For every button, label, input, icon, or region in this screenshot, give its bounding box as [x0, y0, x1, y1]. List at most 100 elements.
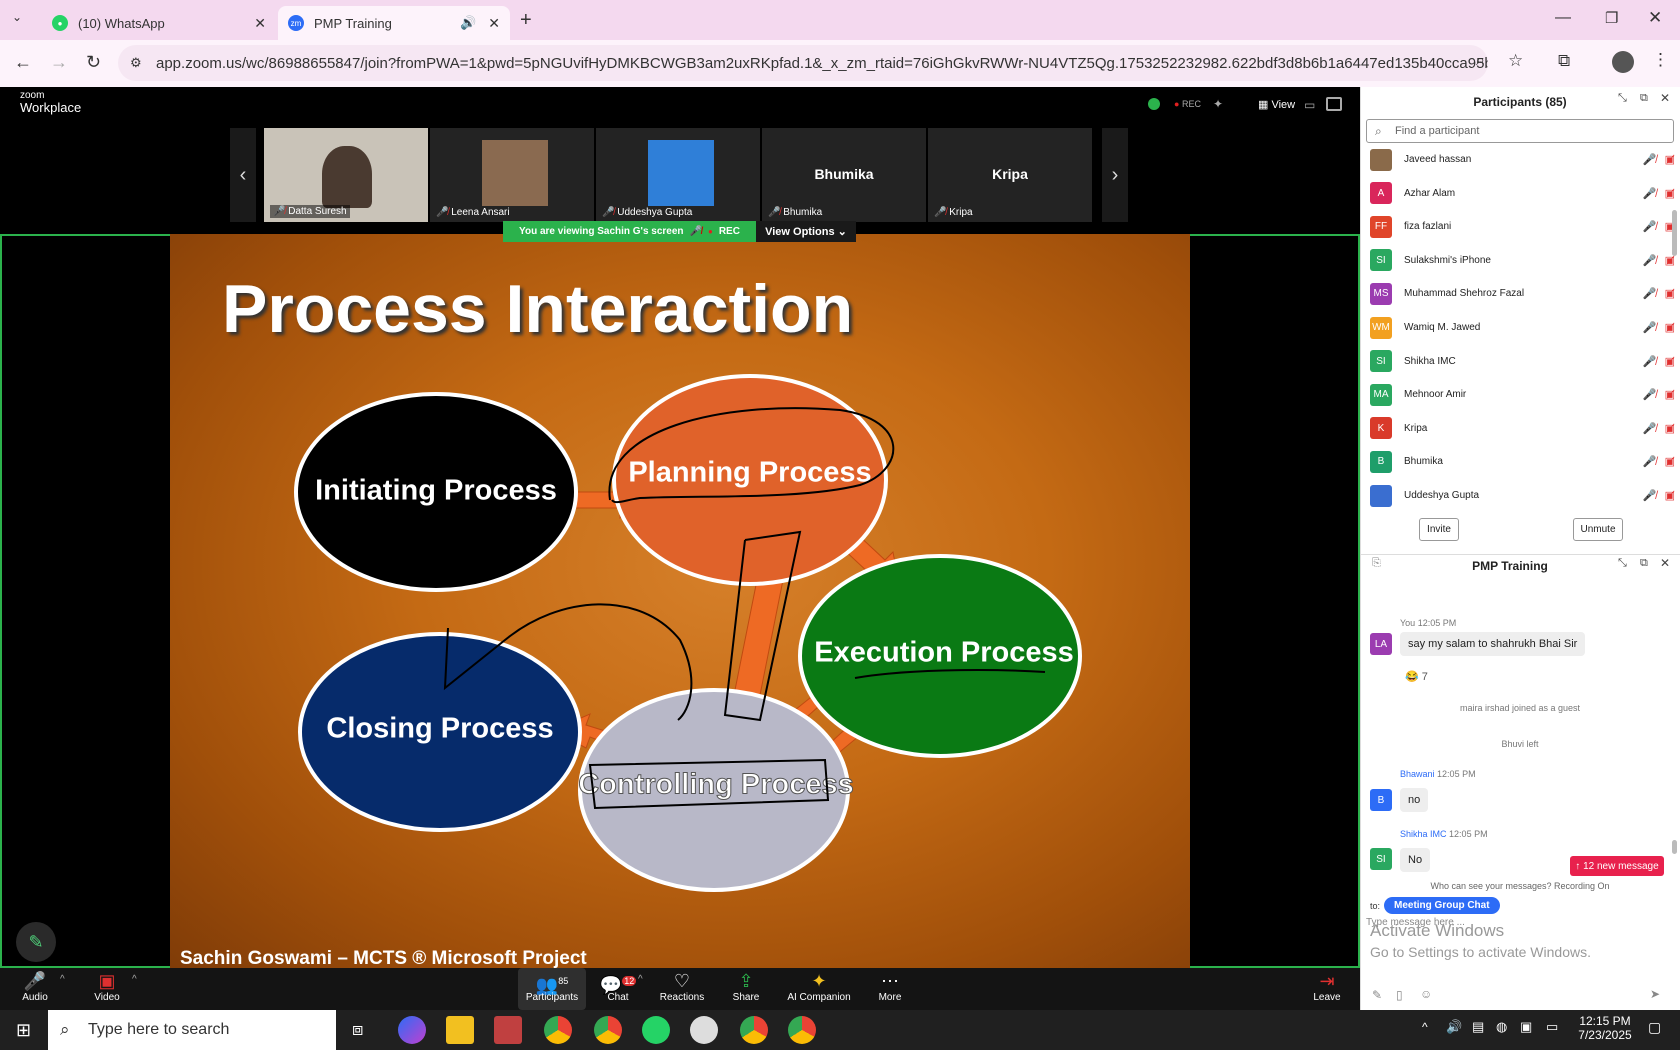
video-off-icon[interactable]: ▣̸ — [1665, 153, 1675, 166]
mic-muted-icon[interactable]: 🎤̸ — [1643, 355, 1657, 368]
participants-scrollbar[interactable] — [1672, 210, 1677, 256]
video-off-icon[interactable]: ▣̸ — [1665, 287, 1675, 300]
network-icon[interactable]: ▤ — [1472, 1019, 1484, 1035]
process-diagram: Initiating Process Planning Process Exec… — [294, 374, 1082, 892]
format-icon[interactable]: ✎ — [1372, 988, 1382, 1002]
invite-button[interactable]: Invite — [1419, 518, 1459, 541]
video-off-icon[interactable]: ▣̸ — [1665, 321, 1675, 334]
watermark-title: Activate Windows — [1370, 921, 1505, 940]
mic-muted-icon[interactable]: 🎤̸ — [1643, 422, 1657, 435]
chat-scrollbar[interactable] — [1672, 840, 1677, 854]
mic-muted-icon[interactable]: 🎤̸ — [1643, 455, 1657, 468]
view-options-button[interactable]: View Options ⌄ — [756, 221, 856, 242]
participants-button[interactable]: 👥85 Participants — [517, 970, 587, 1003]
tray-overflow-icon[interactable]: ^ — [1422, 1020, 1428, 1034]
notifications-icon[interactable]: ▢ — [1648, 1019, 1661, 1036]
clock-app-icon[interactable] — [690, 1016, 718, 1044]
volume-icon[interactable]: 🔊 — [1446, 1019, 1462, 1035]
tray-icon[interactable]: ▣ — [1520, 1019, 1532, 1035]
chat-options-icon[interactable]: ^ — [638, 974, 643, 985]
popout-chat-icon[interactable]: ⧉ — [1640, 557, 1648, 570]
unmute-label: Unmute — [1580, 524, 1616, 535]
video-off-icon[interactable]: ▣̸ — [1665, 422, 1675, 435]
new-messages-button[interactable]: ↑ 12 new message — [1570, 856, 1664, 876]
participant-row[interactable]: Javeed hassan 🎤̸ ▣̸ — [1370, 143, 1675, 176]
ai-companion-button[interactable]: ✦ AI Companion — [783, 970, 855, 1003]
participant-row[interactable]: K Kripa 🎤̸ ▣̸ — [1370, 412, 1675, 445]
tray-icon[interactable]: ◍ — [1496, 1019, 1507, 1035]
clock-date: 7/23/2025 — [1578, 1028, 1632, 1042]
collapse-icon[interactable]: ⤡ — [1618, 92, 1627, 105]
extensions-icon[interactable]: ⧉ — [1558, 51, 1570, 71]
participant-row[interactable]: MS Muhammad Shehroz Fazal 🎤̸ ▣̸ — [1370, 277, 1675, 310]
share-button[interactable]: ⇪ Share — [711, 970, 781, 1003]
chat-title: PMP Training — [1472, 559, 1548, 573]
close-panel-icon[interactable]: ✕ — [1660, 91, 1670, 105]
windows-start-icon[interactable]: ⊞ — [16, 1020, 31, 1041]
chrome-icon[interactable] — [544, 1016, 572, 1044]
chrome-icon[interactable] — [594, 1016, 622, 1044]
mic-muted-icon[interactable]: 🎤̸ — [1643, 153, 1657, 166]
chrome-icon[interactable] — [788, 1016, 816, 1044]
copilot-icon[interactable] — [398, 1016, 426, 1044]
video-off-icon[interactable]: ▣̸ — [1665, 489, 1675, 502]
mic-muted-icon[interactable]: 🎤̸ — [1643, 321, 1657, 334]
video-off-icon[interactable]: ▣̸ — [1665, 455, 1675, 468]
video-options-icon[interactable]: ^ — [132, 974, 137, 985]
participant-row[interactable]: B Bhumika 🎤̸ ▣̸ — [1370, 445, 1675, 478]
file-icon[interactable]: ▯ — [1396, 988, 1403, 1002]
participant-row[interactable]: A Azhar Alam 🎤̸ ▣̸ — [1370, 177, 1675, 210]
taskbar-search[interactable]: ⌕ Type here to search — [48, 1010, 336, 1050]
participant-search-input[interactable]: ⌕ Find a participant — [1366, 119, 1674, 143]
task-view-icon[interactable]: ⧈ — [352, 1019, 363, 1040]
participant-row[interactable]: Uddeshya Gupta 🎤̸ ▣̸ — [1370, 479, 1675, 512]
minimize-icon[interactable]: — — [1555, 9, 1571, 27]
mic-muted-icon[interactable]: 🎤̸ — [1643, 388, 1657, 401]
whatsapp-icon[interactable] — [642, 1016, 670, 1044]
more-icon: ⋯ — [881, 971, 899, 991]
avatar: WM — [1370, 316, 1392, 339]
battery-icon[interactable]: ▭ — [1546, 1019, 1558, 1035]
reaction-badge[interactable]: 😂 7 — [1405, 670, 1428, 683]
emoji-icon[interactable]: ☺ — [1420, 987, 1432, 1001]
participant-row[interactable]: SI Sulakshmi's iPhone 🎤̸ ▣̸ — [1370, 244, 1675, 277]
unmute-all-button[interactable]: Unmute — [1573, 518, 1623, 541]
participant-row[interactable]: WM Wamiq M. Jawed 🎤̸ ▣̸ — [1370, 311, 1675, 344]
video-off-icon[interactable]: ▣̸ — [1665, 187, 1675, 200]
leave-button[interactable]: ⇥ Leave — [1292, 970, 1362, 1003]
mic-muted-icon[interactable]: 🎤̸ — [1643, 187, 1657, 200]
message-bubble[interactable]: no — [1400, 788, 1429, 812]
mic-muted-icon[interactable]: 🎤̸ — [1643, 220, 1657, 233]
popout-icon[interactable]: ⧉ — [1640, 92, 1648, 105]
restore-icon[interactable]: ❐ — [1605, 9, 1618, 27]
chat-visibility-info[interactable]: Who can see your messages? Recording On — [1360, 881, 1680, 891]
clock[interactable]: 12:15 PM 7/23/2025 — [1570, 1014, 1640, 1042]
bookmark-star-icon[interactable]: ☆ — [1508, 51, 1523, 71]
recipient-selector[interactable]: Meeting Group Chat — [1384, 897, 1500, 914]
reactions-button[interactable]: ♡ Reactions — [647, 970, 717, 1003]
video-off-icon[interactable]: ▣̸ — [1665, 355, 1675, 368]
menu-icon[interactable]: ⋮ — [1652, 50, 1669, 70]
message-bubble[interactable]: No — [1400, 848, 1431, 872]
mic-muted-icon[interactable]: 🎤̸ — [1643, 489, 1657, 502]
chrome-icon[interactable] — [740, 1016, 768, 1044]
annotate-pencil-button[interactable]: ✎ — [16, 922, 56, 962]
more-button[interactable]: ⋯ More — [855, 970, 925, 1003]
profile-avatar[interactable] — [1612, 51, 1634, 73]
message-bubble[interactable]: say my salam to shahrukh Bhai Sir — [1400, 632, 1586, 656]
participant-row[interactable]: FF fiza fazlani 🎤̸ ▣̸ — [1370, 210, 1675, 243]
file-explorer-icon[interactable] — [446, 1016, 474, 1044]
close-chat-icon[interactable]: ✕ — [1660, 556, 1670, 570]
send-icon[interactable]: ➤ — [1650, 987, 1660, 1001]
zoom-magnifier-icon[interactable]: ⌕ — [1476, 52, 1485, 70]
mic-muted-icon[interactable]: 🎤̸ — [1643, 254, 1657, 267]
participant-row[interactable]: SI Shikha IMC 🎤̸ ▣̸ — [1370, 345, 1675, 378]
audio-options-icon[interactable]: ^ — [60, 974, 65, 985]
mic-muted-icon[interactable]: 🎤̸ — [1643, 287, 1657, 300]
video-off-icon[interactable]: ▣̸ — [1665, 388, 1675, 401]
close-window-icon[interactable]: ✕ — [1648, 8, 1662, 28]
collapse-chat-icon[interactable]: ⤡ — [1618, 557, 1627, 570]
app-icon[interactable] — [494, 1016, 522, 1044]
search-icon: ⌕ — [60, 1020, 70, 1039]
participant-row[interactable]: MA Mehnoor Amir 🎤̸ ▣̸ — [1370, 378, 1675, 411]
